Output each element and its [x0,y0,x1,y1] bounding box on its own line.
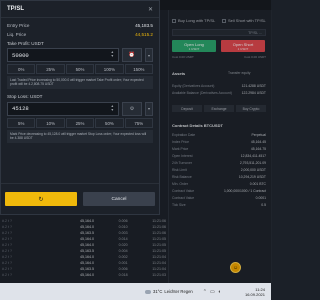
close-icon[interactable]: ✕ [148,6,153,13]
chevron-up-icon[interactable]: ⌃ [203,289,207,295]
volume-icon[interactable]: ◖ [218,289,221,295]
tp-pct-option[interactable]: 100% [95,64,124,74]
take-profit-percent-row: 0% 25% 50% 100% 150% [7,64,154,74]
sl-pct-option[interactable]: 5% [7,117,36,128]
stop-loss-input-row: 45128 ▲ ▼ ⚙ ▾ [7,101,153,116]
sl-pct-option[interactable]: 25% [65,117,95,128]
sl-pct-option[interactable]: 50% [95,117,124,128]
entry-price-label: Entry Price [7,23,30,28]
settings-icon: ⚙ [129,105,135,112]
sl-pct-option[interactable]: 75% [124,117,154,128]
chevron-down-icon: ▾ [147,52,150,58]
stop-loss-dropdown[interactable]: ▾ [145,101,153,116]
tp-pct-option[interactable]: 150% [124,64,154,74]
cloud-icon [145,289,151,294]
modal-header: TP/SL ✕ [1,1,159,18]
network-icon[interactable]: ▭ [210,289,215,295]
modal-title: TP/SL [7,6,25,12]
clock-date: 16.09.2021 [244,291,265,297]
stop-loss-trigger-button[interactable]: ⚙ [122,101,142,116]
chevron-down-icon[interactable]: ▼ [111,54,114,59]
weather-temp: 31°C [153,289,163,294]
stop-loss-value: 45128 [12,105,29,113]
tpsl-modal: TP/SL ✕ Entry Price 45,183.5 Liq. Price … [0,0,160,215]
liq-price-label: Liq. Price [7,32,27,37]
liq-price-value: 44,515.2 [135,32,153,37]
alarm-icon: ⏰ [128,52,136,58]
stop-loss-note: Mark Price decreasing to 45,128.0 will t… [7,129,153,143]
stop-loss-stepper[interactable]: ▲ ▼ [111,105,114,112]
stop-loss-label: Stop Loss: USDT [7,94,43,100]
entry-price-row: Entry Price 45,183.5 [1,21,159,30]
tp-pct-option[interactable]: 50% [65,64,95,74]
stop-loss-percent-row: 5% 10% 25% 50% 75% [7,117,154,128]
take-profit-stepper[interactable]: ▲ ▼ [111,51,114,58]
confirm-button[interactable]: ↻ [5,192,77,206]
windows-taskbar: 31°C Leichter Regen ⌃ ▭ ◖ 11:24 16.09.20… [0,283,271,300]
liq-price-row: Liq. Price 44,515.2 [1,30,159,39]
cancel-button[interactable]: Cancel [83,192,155,206]
take-profit-value: 50000 [12,51,29,59]
chevron-down-icon: ▾ [147,106,150,112]
take-profit-trigger-button[interactable]: ⏰ [122,48,142,62]
take-profit-dropdown[interactable]: ▾ [145,48,153,62]
tray-icons: ⌃ ▭ ◖ [203,289,221,295]
take-profit-note: Last Traded Price increasing to 50,000.0… [7,76,153,89]
weather-widget[interactable]: 31°C Leichter Regen [145,289,193,294]
take-profit-label: Take Profit: USDT [7,40,44,46]
weather-text: Leichter Regen [164,289,193,294]
modal-footer: ↻ Cancel [1,183,159,214]
entry-price-value: 45,183.5 [135,23,153,28]
tp-pct-option[interactable]: 25% [36,64,65,74]
loading-spinner-icon: ↻ [38,196,44,203]
take-profit-input[interactable]: 50000 ▲ ▼ [7,48,119,62]
sl-pct-option[interactable]: 10% [36,117,65,128]
stop-loss-input[interactable]: 45128 ▲ ▼ [7,101,119,116]
take-profit-input-row: 50000 ▲ ▼ ⏰ ▾ [7,48,153,62]
chevron-down-icon[interactable]: ▼ [111,108,114,113]
tp-pct-option[interactable]: 0% [7,64,36,74]
taskbar-clock[interactable]: 11:24 16.09.2021 [245,287,265,297]
